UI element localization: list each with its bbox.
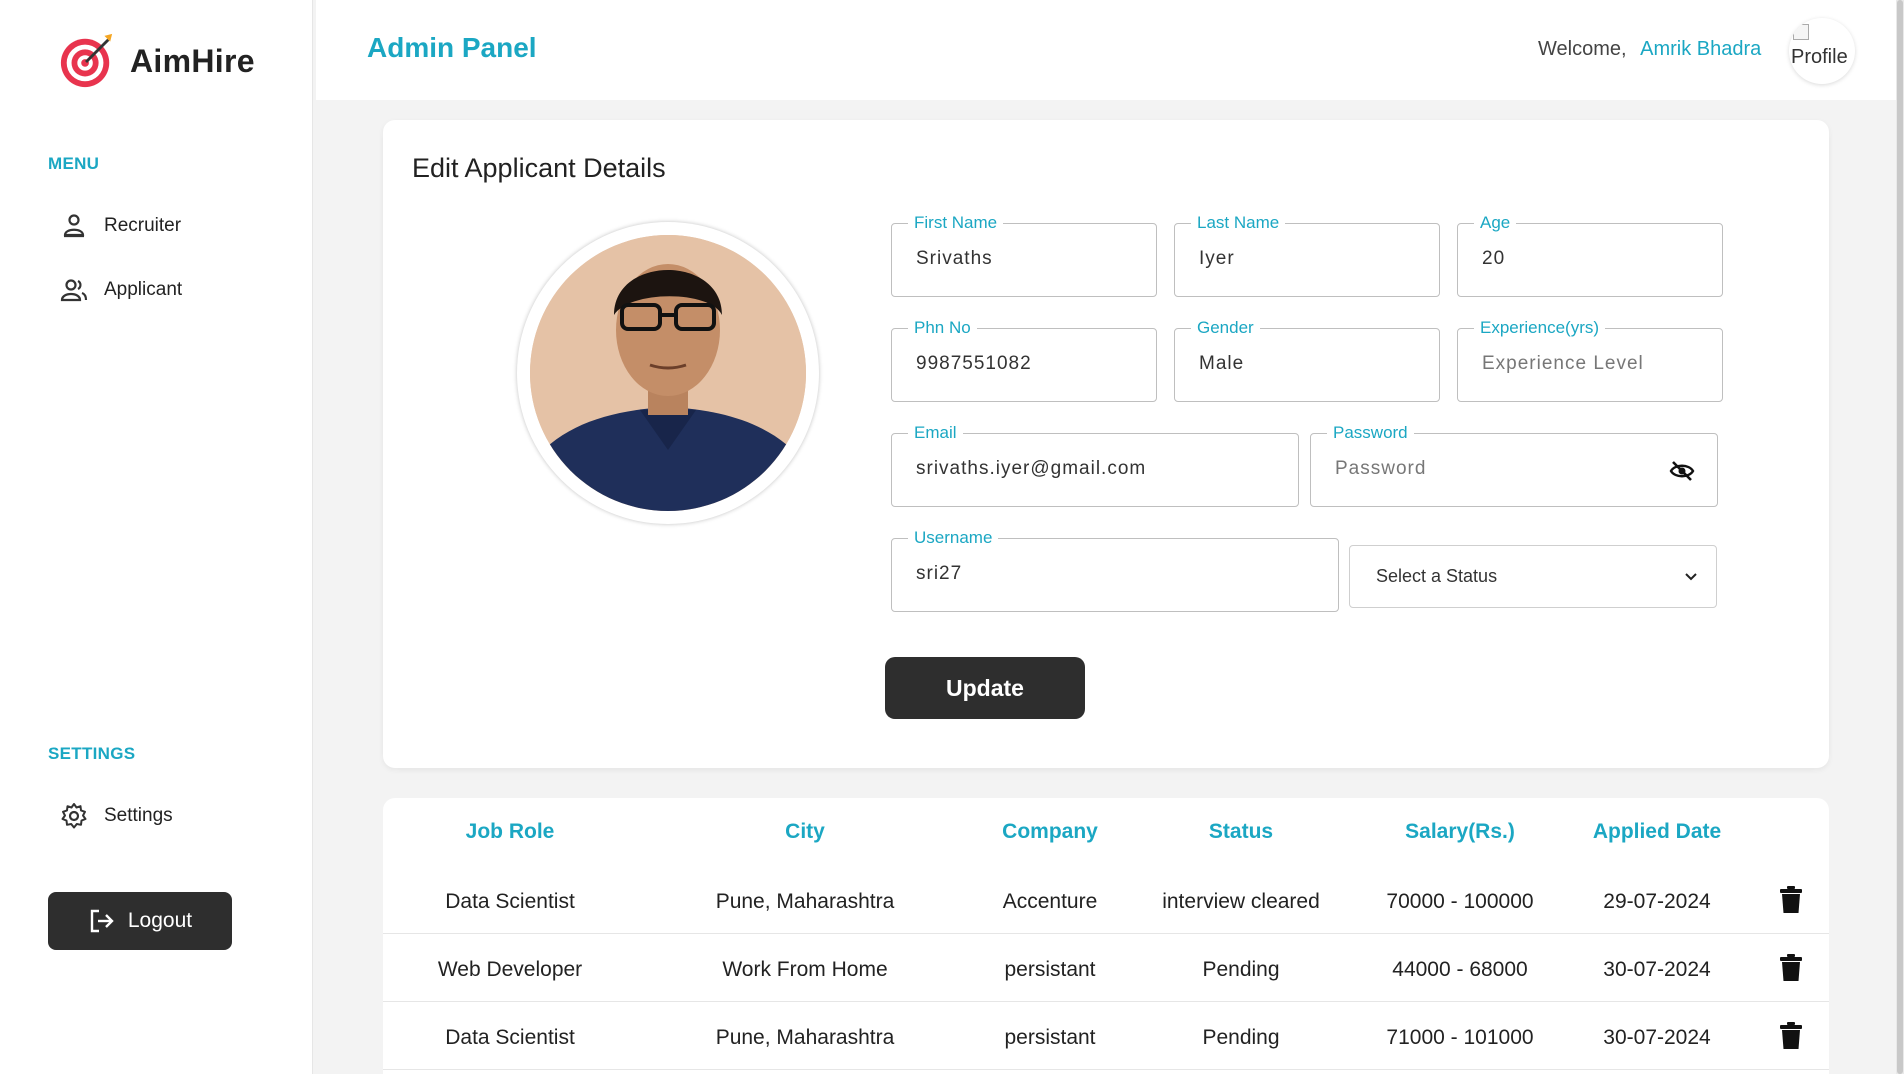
applicants-icon [60, 279, 88, 302]
status-select[interactable]: Select a Status [1349, 545, 1717, 608]
cell-salary: 70000 - 100000 [1386, 890, 1534, 913]
cell-company: persistant [1004, 958, 1096, 981]
welcome-text: Welcome, Amrik Bhadra [1538, 38, 1761, 61]
age-field[interactable]: Age 20 [1457, 213, 1723, 297]
phone-field[interactable]: Phn No 9987551082 [891, 318, 1157, 402]
first-name-label: First Name [908, 213, 1004, 233]
recruiter-icon [63, 214, 85, 238]
logout-label: Logout [127, 909, 193, 932]
edit-applicant-card: Edit Applicant Details First Name Srivat… [383, 120, 1829, 768]
gender-label: Gender [1191, 318, 1260, 338]
phone-label: Phn No [908, 318, 977, 338]
settings-section-title: SETTINGS [48, 744, 136, 763]
brand[interactable]: AimHire [58, 32, 255, 90]
cell-applied-date: 30-07-2024 [1603, 958, 1711, 981]
first-name-field[interactable]: First Name Srivaths [891, 213, 1157, 297]
sidebar-item-label: Recruiter [104, 215, 182, 236]
gender-field[interactable]: Gender Male [1174, 318, 1440, 402]
applicant-photo[interactable] [517, 222, 819, 524]
cell-job-role: Data Scientist [445, 890, 575, 913]
cell-status: Pending [1202, 1026, 1280, 1049]
user-name: Amrik Bhadra [1640, 38, 1762, 60]
sidebar-item-label: Applicant [104, 279, 183, 300]
avatar[interactable]: Profile [1789, 18, 1855, 84]
column-header[interactable]: Status [1209, 820, 1273, 844]
password-placeholder: Password [1335, 458, 1427, 479]
brand-name: AimHire [130, 42, 255, 79]
welcome-label: Welcome, [1538, 38, 1627, 60]
experience-field[interactable]: Experience(yrs) Experience Level [1457, 318, 1723, 402]
experience-placeholder: Experience Level [1482, 353, 1644, 374]
trash-icon[interactable] [1777, 953, 1805, 983]
column-header[interactable]: Company [1002, 820, 1098, 844]
sidebar: AimHire MENU Recruiter Applicant SETTING… [0, 0, 313, 1074]
menu-section-title: MENU [48, 154, 100, 173]
logout-icon [90, 909, 114, 933]
gender-value: Male [1199, 353, 1245, 374]
username-label: Username [908, 528, 999, 548]
status-select-value: Select a Status [1376, 566, 1498, 586]
page-title: Admin Panel [367, 32, 537, 63]
age-value: 20 [1482, 248, 1506, 269]
trash-icon[interactable] [1777, 885, 1805, 915]
first-name-value: Srivaths [916, 248, 993, 269]
last-name-label: Last Name [1191, 213, 1286, 233]
logout-button[interactable]: Logout [48, 892, 232, 950]
username-value: sri27 [916, 563, 963, 584]
cell-applied-date: 30-07-2024 [1603, 1026, 1711, 1049]
column-header[interactable]: Salary(Rs.) [1405, 820, 1515, 844]
cell-salary: 71000 - 101000 [1386, 1026, 1534, 1049]
top-header: Admin Panel Welcome, Amrik Bhadra Profil… [316, 0, 1904, 100]
sidebar-item-settings[interactable]: Settings [60, 802, 173, 830]
cell-status: interview cleared [1162, 890, 1320, 913]
sidebar-item-recruiter[interactable]: Recruiter [60, 212, 181, 240]
email-value: srivaths.iyer@gmail.com [916, 458, 1147, 479]
cell-job-role: Web Developer [437, 958, 583, 981]
last-name-field[interactable]: Last Name Iyer [1174, 213, 1440, 297]
phone-value: 9987551082 [916, 353, 1032, 374]
cell-city: Work From Home [722, 958, 888, 981]
username-field[interactable]: Username sri27 [891, 528, 1339, 612]
scrollbar[interactable] [1896, 0, 1904, 1074]
table-row[interactable]: Web Developer Work From Home persistant … [383, 934, 1829, 1002]
age-label: Age [1474, 213, 1517, 233]
column-header[interactable]: Applied Date [1593, 820, 1721, 844]
eye-slash-icon[interactable] [1669, 458, 1695, 484]
gear-icon [61, 803, 87, 829]
column-header[interactable]: City [785, 820, 825, 844]
cell-job-role: Data Scientist [445, 1026, 575, 1049]
cell-company: persistant [1004, 1026, 1096, 1049]
experience-label: Experience(yrs) [1474, 318, 1606, 338]
cell-status: Pending [1202, 958, 1280, 981]
card-title: Edit Applicant Details [412, 153, 666, 183]
table-row[interactable]: Data Scientist Pune, Maharashtra Accentu… [383, 866, 1829, 934]
scrollbar-thumb[interactable] [1897, 0, 1903, 1074]
target-icon [60, 33, 113, 88]
email-label: Email [908, 423, 963, 443]
column-header[interactable]: Job Role [466, 820, 555, 844]
cell-applied-date: 29-07-2024 [1603, 890, 1711, 913]
cell-city: Pune, Maharashtra [715, 890, 895, 913]
chevron-down-icon [1685, 573, 1697, 581]
trash-icon[interactable] [1777, 1021, 1805, 1051]
last-name-value: Iyer [1199, 248, 1235, 269]
cell-city: Pune, Maharashtra [715, 1026, 895, 1049]
applications-table: Job Role City Company Status Salary(Rs.)… [383, 798, 1829, 1074]
applicant-photo-image [530, 235, 806, 511]
sidebar-item-label: Settings [104, 805, 173, 826]
update-button[interactable]: Update [885, 657, 1085, 719]
broken-image-icon [1793, 24, 1809, 40]
profile-alt-text: Profile [1791, 46, 1848, 68]
email-field[interactable]: Email srivaths.iyer@gmail.com [891, 423, 1299, 507]
sidebar-item-applicant[interactable]: Applicant [60, 276, 182, 304]
cell-company: Accenture [1002, 890, 1098, 913]
password-field[interactable]: Password Password [1310, 423, 1718, 507]
password-label: Password [1327, 423, 1414, 443]
cell-salary: 44000 - 68000 [1392, 958, 1528, 981]
table-row[interactable]: Data Scientist Pune, Maharashtra persist… [383, 1002, 1829, 1070]
